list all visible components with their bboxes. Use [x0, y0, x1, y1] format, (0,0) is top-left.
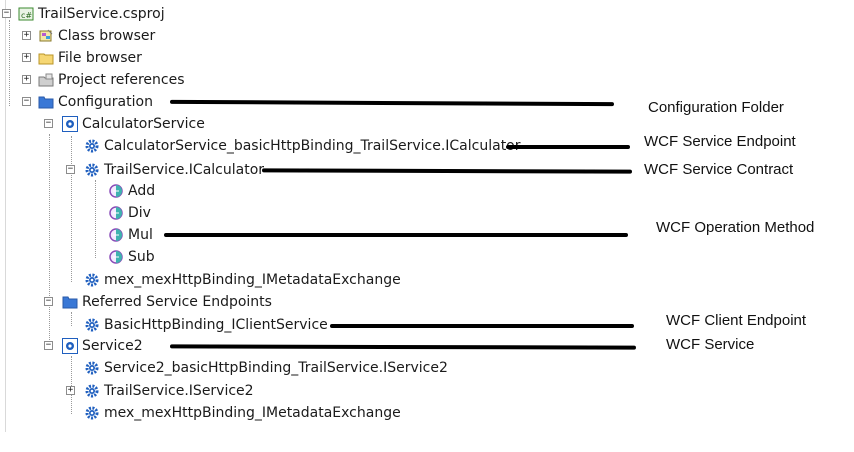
tree-node-file-browser[interactable]: + File browser [22, 48, 142, 68]
annotation-client-endpoint: WCF Client Endpoint [666, 312, 807, 329]
tree-node-label: Project references [58, 72, 185, 88]
tree-node-label: Configuration [58, 94, 153, 110]
tree-node-class-browser[interactable]: + Class browser [22, 26, 155, 46]
class-browser-icon [38, 28, 54, 44]
csharp-project-icon: c# [18, 6, 34, 22]
annotation-configuration-folder: Configuration Folder [648, 99, 784, 116]
tree-guide [49, 134, 50, 348]
tree-node-op-sub[interactable]: Sub [108, 247, 155, 267]
tree-node-service2-endpoint[interactable]: Service2_basicHttpBinding_TrailService.I… [84, 358, 448, 378]
tree-node-icalculator[interactable]: − TrailService.ICalculator [66, 160, 264, 180]
collapse-toggle[interactable]: − [44, 119, 53, 128]
tree-node-label: CalculatorService_basicHttpBinding_Trail… [104, 138, 521, 154]
tree-node-referred-endpoints[interactable]: − Referred Service Endpoints [44, 292, 272, 312]
annotation-service-endpoint: WCF Service Endpoint [644, 133, 796, 150]
tree-node-label: Class browser [58, 28, 156, 44]
tree-node-mex-endpoint-2[interactable]: mex_mexHttpBinding_IMetadataExchange [84, 403, 401, 423]
tree-node-iservice2[interactable]: + TrailService.IService2 [66, 381, 254, 401]
tree-node-client-endpoint[interactable]: BasicHttpBinding_IClientService [84, 315, 328, 335]
tree-left-edge [5, 0, 6, 432]
folder-icon [38, 50, 54, 66]
tree-node-calculator-service[interactable]: − CalculatorService [44, 114, 205, 134]
expand-toggle[interactable]: + [66, 386, 75, 395]
contract-gear-icon [84, 162, 100, 178]
endpoint-gear-icon [84, 272, 100, 288]
tree-node-label: CalculatorService [82, 116, 205, 132]
tree-node-label: Service2_basicHttpBinding_TrailService.I… [104, 360, 448, 376]
collapse-toggle[interactable]: − [22, 97, 31, 106]
folder-icon [38, 94, 54, 110]
collapse-toggle[interactable]: − [2, 9, 11, 18]
references-icon [38, 72, 54, 88]
project-tree: − c# TrailService.csproj + Class browser… [0, 0, 854, 452]
annotation-stroke [261, 168, 633, 174]
annotation-stroke [164, 233, 628, 237]
expand-toggle[interactable]: + [22, 53, 31, 62]
tree-node-label: Referred Service Endpoints [82, 294, 272, 310]
tree-node-root[interactable]: − c# TrailService.csproj [2, 4, 165, 24]
tree-node-op-add[interactable]: Add [108, 181, 155, 201]
tree-node-calculator-endpoint[interactable]: CalculatorService_basicHttpBinding_Trail… [84, 136, 521, 156]
tree-node-label: TrailService.ICalculator [104, 162, 265, 178]
operation-method-icon [108, 205, 124, 221]
tree-guide [71, 312, 72, 326]
tree-node-label: TrailService.IService2 [104, 383, 254, 399]
collapse-toggle[interactable]: − [66, 165, 75, 174]
tree-node-label: Div [128, 205, 151, 221]
tree-node-label: File browser [58, 50, 142, 66]
tree-node-label: mex_mexHttpBinding_IMetadataExchange [104, 405, 401, 421]
tree-guide [71, 136, 72, 282]
contract-gear-icon [84, 383, 100, 399]
tree-node-op-mul[interactable]: Mul [108, 225, 153, 245]
endpoint-gear-icon [84, 360, 100, 376]
annotation-operation-method: WCF Operation Method [656, 219, 815, 236]
tree-node-project-references[interactable]: + Project references [22, 70, 185, 90]
operation-method-icon [108, 183, 124, 199]
expand-toggle[interactable]: + [22, 75, 31, 84]
tree-node-label: Service2 [82, 338, 143, 354]
tree-node-service2[interactable]: − Service2 [44, 336, 143, 356]
tree-node-label: TrailService.csproj [38, 6, 165, 22]
service-icon [62, 116, 78, 132]
tree-node-mex-endpoint-1[interactable]: mex_mexHttpBinding_IMetadataExchange [84, 270, 401, 290]
annotation-stroke [330, 324, 634, 328]
endpoint-gear-icon [84, 405, 100, 421]
collapse-toggle[interactable]: − [44, 297, 53, 306]
annotation-stroke [169, 99, 615, 107]
tree-node-label: Sub [128, 249, 155, 265]
tree-node-label: Mul [128, 227, 153, 243]
folder-icon [62, 294, 78, 310]
tree-node-op-div[interactable]: Div [108, 203, 151, 223]
endpoint-gear-icon [84, 138, 100, 154]
tree-guide [9, 20, 10, 106]
operation-method-icon [108, 227, 124, 243]
annotation-stroke [506, 145, 630, 149]
annotation-service: WCF Service [666, 336, 755, 353]
service-icon [62, 338, 78, 354]
tree-node-label: Add [128, 183, 156, 199]
tree-node-label: mex_mexHttpBinding_IMetadataExchange [104, 272, 401, 288]
annotation-stroke [169, 344, 637, 350]
collapse-toggle[interactable]: − [44, 341, 53, 350]
expand-toggle[interactable]: + [22, 31, 31, 40]
endpoint-gear-icon [84, 317, 100, 333]
tree-node-configuration[interactable]: − Configuration [22, 92, 153, 112]
annotation-service-contract: WCF Service Contract [644, 161, 794, 178]
svg-text:c#: c# [21, 11, 32, 20]
tree-guide [95, 180, 96, 258]
tree-node-label: BasicHttpBinding_IClientService [104, 317, 328, 333]
operation-method-icon [108, 249, 124, 265]
